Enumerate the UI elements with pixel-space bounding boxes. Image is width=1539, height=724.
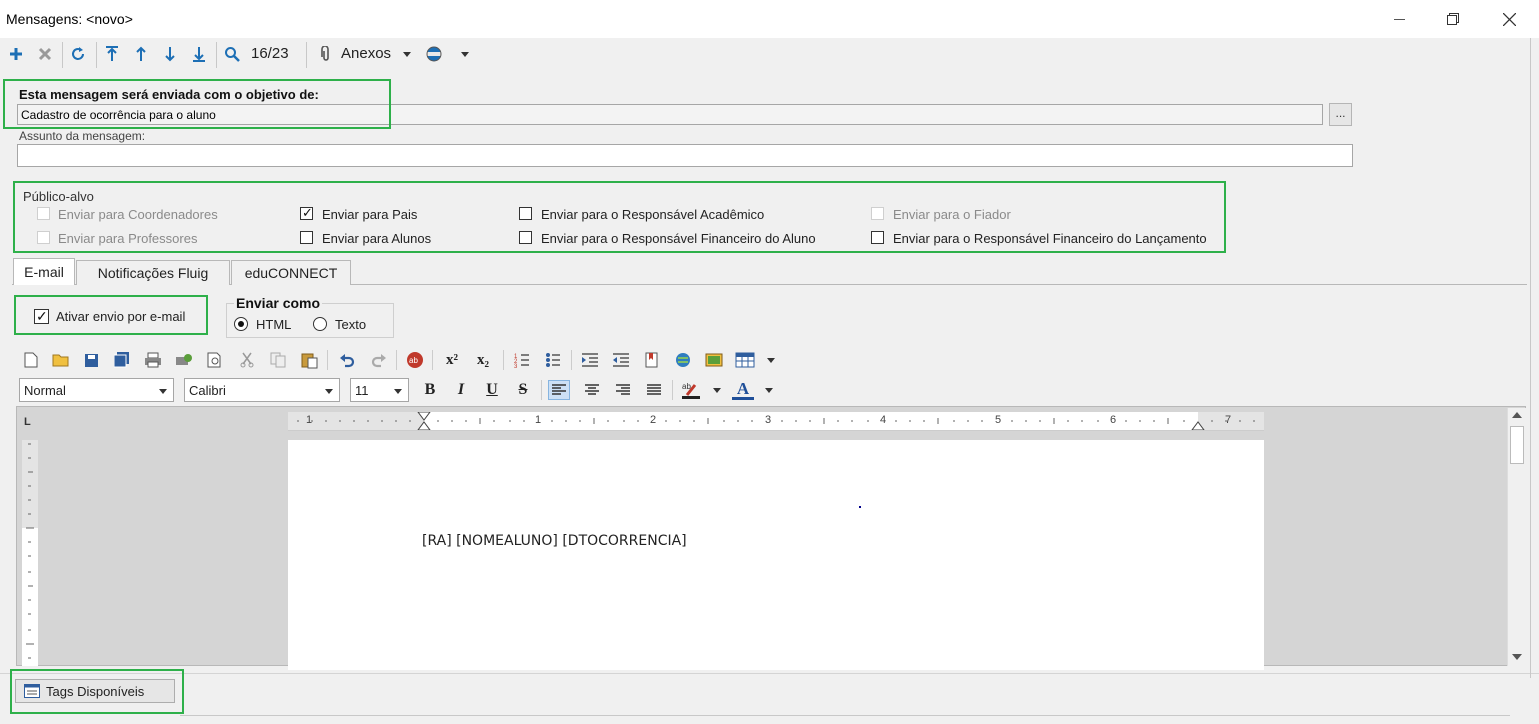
send-as-text-radio[interactable] xyxy=(313,317,327,331)
subject-input[interactable] xyxy=(17,144,1353,167)
insert-table-icon[interactable] xyxy=(734,350,756,370)
font-size-value: 11 xyxy=(355,383,369,398)
highlight-tags xyxy=(10,669,184,714)
superscript-button[interactable]: x² xyxy=(441,350,463,370)
strikethrough-button[interactable]: S xyxy=(512,380,534,400)
document-body-text[interactable]: [RA] [NOMEALUNO] [DTOCORRENCIA] xyxy=(422,533,687,549)
undo-icon[interactable] xyxy=(336,350,358,370)
chevron-down-icon xyxy=(159,389,167,394)
align-center-icon[interactable] xyxy=(581,380,603,400)
underline-button[interactable]: U xyxy=(481,380,503,400)
send-as-legend: Enviar como xyxy=(234,295,323,311)
tab-fluig-notifications[interactable]: Notificações Fluig xyxy=(76,260,230,285)
align-right-icon[interactable] xyxy=(612,380,634,400)
scroll-down-icon[interactable] xyxy=(1512,654,1522,660)
paragraph-style-select[interactable]: Normal xyxy=(19,378,174,402)
ruler-number: 6 xyxy=(1110,414,1117,426)
highlight-audience xyxy=(13,181,1226,253)
document-page[interactable]: [RA] [NOMEALUNO] [DTOCORRENCIA] xyxy=(288,440,1264,670)
ruler-number: 1 xyxy=(306,414,313,426)
tab-email[interactable]: E-mail xyxy=(13,258,75,285)
highlight-dropdown-icon[interactable] xyxy=(713,388,721,393)
next-record-icon[interactable] xyxy=(160,42,180,66)
record-position: 16/23 xyxy=(251,45,289,62)
send-as-html-radio[interactable] xyxy=(234,317,248,331)
vertical-scrollbar[interactable] xyxy=(1507,408,1526,666)
title-bar xyxy=(0,0,1539,38)
svg-text:ab: ab xyxy=(409,356,418,365)
hyperlink-icon[interactable] xyxy=(672,350,694,370)
objective-browse-button[interactable]: ... xyxy=(1329,103,1352,126)
highlight-color-icon[interactable]: ab xyxy=(680,380,702,400)
cut-icon[interactable] xyxy=(236,350,258,370)
paragraph-style-value: Normal xyxy=(24,383,66,398)
insert-image-icon[interactable] xyxy=(703,350,725,370)
chevron-down-icon xyxy=(325,389,333,394)
font-size-select[interactable]: 11 xyxy=(350,378,409,402)
paste-icon[interactable] xyxy=(298,350,320,370)
attachments-button[interactable]: Anexos xyxy=(341,45,391,62)
svg-text:3: 3 xyxy=(514,364,518,368)
scrollbar-thumb[interactable] xyxy=(1510,426,1524,464)
subject-label: Assunto da mensagem: xyxy=(19,129,146,143)
add-icon[interactable] xyxy=(6,42,26,66)
minimize-icon[interactable] xyxy=(1376,0,1422,38)
globe-icon[interactable] xyxy=(424,42,444,66)
horizontal-ruler: 1 1 2 3 4 5 6 7 xyxy=(288,412,1264,431)
ruler-number: 3 xyxy=(765,414,772,426)
refresh-icon[interactable] xyxy=(68,42,88,66)
search-icon[interactable] xyxy=(222,42,242,66)
numbered-list-icon[interactable]: 123 xyxy=(511,350,533,370)
ruler-number: 7 xyxy=(1225,414,1232,426)
open-folder-icon[interactable] xyxy=(50,350,72,370)
align-justify-icon[interactable] xyxy=(643,380,665,400)
spellcheck-icon[interactable]: ab xyxy=(404,350,426,370)
last-record-icon[interactable] xyxy=(189,42,209,66)
font-family-value: Calibri xyxy=(189,383,226,398)
send-as-html-label: HTML xyxy=(256,317,292,332)
save-all-icon[interactable] xyxy=(111,350,133,370)
print-preview-icon[interactable] xyxy=(173,350,195,370)
scroll-up-icon[interactable] xyxy=(1512,412,1522,418)
copy-icon[interactable] xyxy=(267,350,289,370)
first-record-icon[interactable] xyxy=(102,42,122,66)
window-title: Mensagens: <novo> xyxy=(6,11,133,27)
ruler-number: 5 xyxy=(995,414,1002,426)
align-left-icon[interactable] xyxy=(548,380,570,400)
paperclip-icon[interactable] xyxy=(318,42,334,66)
highlight-objective xyxy=(3,79,391,129)
subscript-button[interactable]: x₂ xyxy=(472,350,494,370)
save-icon[interactable] xyxy=(80,350,102,370)
increase-indent-icon[interactable] xyxy=(579,350,601,370)
font-family-select[interactable]: Calibri xyxy=(184,378,340,402)
bullet-list-icon[interactable] xyxy=(542,350,564,370)
send-as-text-label: Texto xyxy=(335,317,367,332)
print-icon[interactable] xyxy=(142,350,164,370)
restore-icon[interactable] xyxy=(1430,0,1476,38)
new-document-icon[interactable] xyxy=(20,350,42,370)
tab-educonnect[interactable]: eduCONNECT xyxy=(231,260,351,285)
globe-dropdown-icon[interactable] xyxy=(461,52,469,57)
font-color-dropdown-icon[interactable] xyxy=(765,388,773,393)
decrease-indent-icon[interactable] xyxy=(610,350,632,370)
ruler-number: 1 xyxy=(535,414,542,426)
ruler-number: 4 xyxy=(880,414,887,426)
bold-button[interactable]: B xyxy=(419,380,441,400)
font-color-button[interactable]: A xyxy=(732,379,754,400)
attachments-dropdown-icon[interactable] xyxy=(403,52,411,57)
previous-record-icon[interactable] xyxy=(131,42,151,66)
tab-stop-icon[interactable]: L xyxy=(24,416,31,428)
ruler-number: 2 xyxy=(650,414,657,426)
delete-icon[interactable] xyxy=(35,42,55,66)
vertical-ruler xyxy=(22,440,38,666)
cursor-dot xyxy=(859,506,861,508)
highlight-enable-email xyxy=(14,295,208,335)
bookmark-icon[interactable] xyxy=(641,350,663,370)
chevron-down-icon xyxy=(394,389,402,394)
italic-button[interactable]: I xyxy=(450,380,472,400)
find-icon[interactable] xyxy=(204,350,226,370)
table-dropdown-icon[interactable] xyxy=(767,358,775,363)
close-icon[interactable] xyxy=(1486,0,1532,38)
redo-icon[interactable] xyxy=(368,350,390,370)
